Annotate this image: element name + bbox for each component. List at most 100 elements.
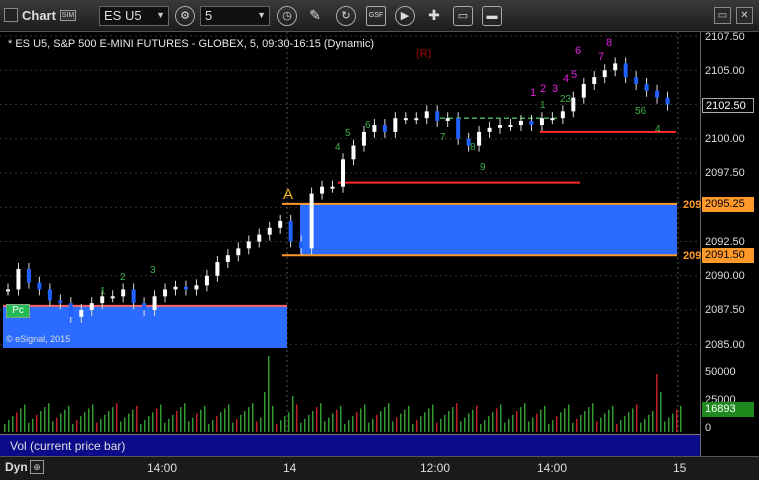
refresh-icon[interactable]: ↻ (336, 6, 356, 26)
volume-bar (340, 405, 342, 432)
clock-icon[interactable]: ◷ (277, 6, 297, 26)
volume-bar (44, 407, 46, 432)
volume-box: 16893 (702, 402, 754, 417)
volume-bar (608, 409, 610, 432)
candle-body (571, 97, 576, 112)
volume-bar (560, 412, 562, 432)
candle-body (173, 286, 178, 290)
volume-bar (168, 418, 170, 432)
candle-body (100, 296, 105, 304)
candle-body (131, 289, 136, 304)
gsf-icon[interactable]: GSF (366, 6, 386, 26)
volume-bar (544, 405, 546, 432)
volume-bar (516, 411, 518, 432)
volume-bar (232, 422, 234, 432)
volume-bar (348, 420, 350, 432)
symbol-input[interactable]: ES U5 ▼ (99, 6, 169, 26)
link-icon[interactable]: ⚙ (175, 6, 195, 26)
volume-bar (212, 420, 214, 432)
close-button[interactable]: ✕ (736, 7, 753, 24)
price-prefix-lower: 209 (683, 250, 702, 262)
time-axis-bar[interactable]: Dyn ⊕ (0, 456, 759, 480)
volume-bar (468, 413, 470, 432)
candle-body (16, 268, 21, 290)
volume-bar (240, 414, 242, 432)
volume-bar (500, 404, 502, 432)
volume-bar (180, 407, 182, 432)
volume-bar (320, 403, 322, 432)
x-tick: 14:00 (147, 461, 178, 475)
candle-body (142, 303, 147, 310)
title-bar: Chart SIM ES U5 ▼ ⚙ 5 ▼ ◷ ✎ ↻ GSF ▶ ✚ ▭ … (0, 0, 759, 32)
candle-body (529, 120, 534, 126)
volume-bar (156, 408, 158, 432)
sequence-number-magenta: 6 (575, 45, 581, 57)
volume-bar (8, 420, 10, 432)
sequence-number: 8 (470, 142, 476, 153)
price-chart[interactable]: 1234567891235641 2 34 56 78 (0, 32, 700, 348)
candle-body (351, 145, 356, 160)
price-box-upper: 2095.25 (702, 197, 754, 212)
marker-r: (R) (416, 48, 432, 60)
zoom-icon[interactable]: ⊕ (30, 460, 44, 474)
candle-body (361, 131, 366, 146)
crosshair-icon[interactable]: ✚ (424, 6, 444, 26)
volume-pane-label[interactable]: Vol (current price bar) (0, 434, 700, 456)
volume-bar (368, 422, 370, 432)
volume-bar (388, 403, 390, 432)
volume-bar (92, 404, 94, 432)
volume-bar (200, 409, 202, 432)
y-tick: 2105.00 (705, 65, 745, 77)
volume-bar (84, 412, 86, 432)
chevron-down-icon: ▼ (257, 10, 266, 20)
y-tick: 2090.00 (705, 270, 745, 282)
sequence-number-magenta: 8 (606, 37, 612, 49)
play-icon[interactable]: ▶ (395, 6, 415, 26)
candle-body (623, 63, 628, 78)
volume-bar (552, 420, 554, 432)
candle-body (508, 125, 513, 128)
candle-body (26, 268, 31, 283)
volume-bar (444, 414, 446, 432)
chevron-down-icon: ▼ (156, 10, 165, 20)
candle-body (330, 186, 335, 189)
volume-bar (4, 424, 6, 432)
volume-bar (164, 422, 166, 432)
volume-bar (116, 403, 118, 432)
y-tick: 2087.50 (705, 304, 745, 316)
volume-bar (140, 424, 142, 432)
y-tick: 2085.00 (705, 339, 745, 351)
interval-select[interactable]: 5 ▼ (200, 6, 270, 26)
volume-bar (196, 413, 198, 432)
vol-tick: 50000 (705, 366, 736, 378)
save-icon[interactable]: ▬ (482, 6, 502, 26)
volume-bar (548, 424, 550, 432)
volume-bar (376, 414, 378, 432)
volume-bar (520, 407, 522, 432)
pencil-icon[interactable]: ✎ (305, 6, 325, 26)
volume-bar (580, 414, 582, 432)
volume-bar (464, 417, 466, 432)
candle-body (299, 241, 304, 249)
volume-bar (572, 422, 574, 432)
volume-bar (300, 422, 302, 432)
volume-bar (472, 409, 474, 432)
volume-bar (408, 405, 410, 432)
volume-bar (352, 416, 354, 432)
x-tick: 12:00 (420, 461, 451, 475)
volume-bar (108, 411, 110, 432)
volume-bar (52, 421, 54, 432)
volume-bar (508, 418, 510, 432)
volume-bar (644, 418, 646, 432)
candle-body (456, 118, 461, 139)
volume-bar (668, 417, 670, 432)
restore-button[interactable]: ▭ (714, 7, 731, 24)
comment-icon[interactable]: ▭ (453, 6, 473, 26)
volume-bar (248, 407, 250, 432)
candle-body (79, 310, 84, 317)
volume-bar (660, 392, 662, 432)
volume-bar (428, 408, 430, 432)
candle-body (550, 118, 555, 121)
volume-bar (672, 413, 674, 432)
price-box-lower: 2091.50 (702, 248, 754, 263)
